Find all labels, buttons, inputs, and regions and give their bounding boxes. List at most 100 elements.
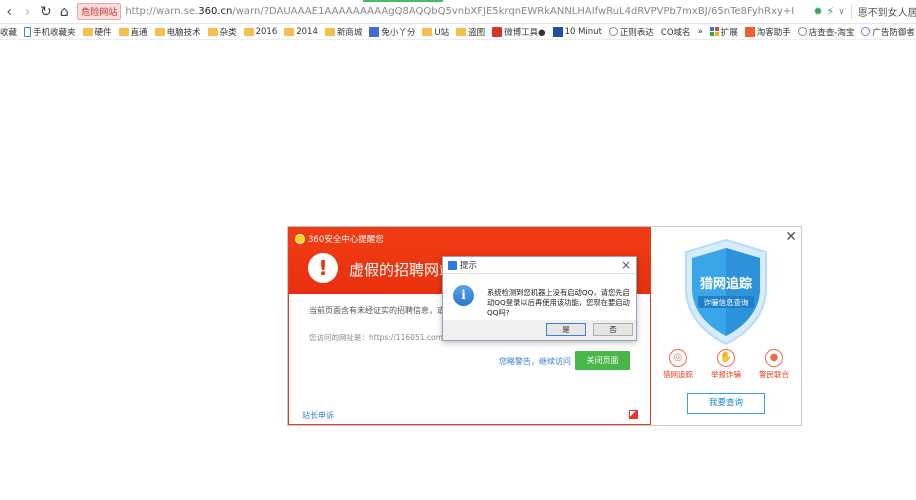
folder-icon [456, 27, 467, 36]
bookmark-label: 店查查-淘宝 [808, 27, 855, 38]
bookmark-item[interactable]: » [698, 27, 703, 37]
bookmark-label: 免小丫分 [381, 27, 416, 38]
address-bar-row: ‹ › ↻ ⌂ 危险网站 http://warn.se.360.cn/warn/… [0, 0, 916, 24]
bookmark-item[interactable]: 淘客助手 [744, 26, 791, 38]
folder-icon [207, 27, 218, 36]
target-icon: ◎ [669, 349, 687, 367]
360-logo-icon [295, 234, 305, 244]
fraud-query-pane: ✕ 猎网追踪 诈骗信息查询 ◎ 猎网追踪 ✋ 举报诈骗 ● 警民联合 我要查询 [652, 227, 801, 425]
feature-report[interactable]: ✋ 举报诈骗 [704, 349, 748, 380]
bookmark-label: 直通 [130, 27, 148, 38]
bookmark-label: CO域名 [660, 27, 691, 38]
red-icon [492, 26, 503, 37]
bookmark-label: 手机收藏夹 [33, 27, 76, 38]
yes-button[interactable]: 是 [546, 323, 586, 336]
bookmark-item[interactable]: 电脑技术 [154, 26, 201, 38]
bookmark-label: 扩展 [720, 27, 738, 38]
folder-icon [243, 27, 254, 36]
bookmark-item[interactable]: 广告防御者 [861, 26, 915, 38]
bookmark-label: 2016 [255, 26, 278, 37]
reload-icon[interactable]: ↻ [37, 1, 55, 23]
site-icon [369, 26, 380, 37]
circle-icon [608, 27, 618, 36]
bookmark-label: 硬件 [94, 27, 112, 38]
search-box[interactable]: 恩不到女人居然 [858, 4, 916, 19]
bookmark-item[interactable]: CO域名 [661, 26, 691, 38]
blue-icon [552, 26, 563, 37]
ignore-warning-link[interactable]: 您略警告，继续访问 [499, 356, 571, 367]
bookmark-label: 电脑技术 [166, 27, 201, 38]
modal-title: 提示 [460, 261, 478, 271]
adblock-icon [861, 27, 871, 36]
webmaster-complaint-link[interactable]: 站长申诉 [302, 410, 334, 421]
app-icon [448, 260, 457, 270]
police-icon: ● [765, 349, 783, 367]
bookmark-label: 新商城 [336, 27, 363, 38]
bookmark-label: 正则表达 [619, 27, 654, 38]
folder-icon [82, 27, 93, 36]
modal-message: 系统检测到您机器上没有启动QQ，请您先启动QQ登录以后再使用该功能，您现在要启动… [487, 288, 630, 317]
forward-icon[interactable]: › [18, 1, 36, 23]
url-field[interactable]: 危险网站 http://warn.se.360.cn/warn/?DAUAAAE… [77, 0, 807, 22]
bookmark-item[interactable]: 2014 [284, 27, 318, 37]
bookmark-item[interactable]: 微博工具● [492, 26, 546, 38]
visited-url: 您访问的网址是：https://116051.com/ [309, 333, 446, 342]
bookmark-label: 收藏 [0, 27, 18, 38]
bookmark-label: 杂类 [219, 27, 237, 38]
feature-label: 举报诈骗 [711, 370, 741, 379]
folder-icon [154, 27, 165, 36]
bookmark-item[interactable]: 店查查-淘宝 [797, 26, 855, 38]
shield-subtitle: 诈骗信息查询 [704, 297, 749, 307]
chevron-down-icon[interactable]: ∨ [838, 7, 845, 17]
phone-icon [24, 26, 32, 37]
shield-icon: 猎网追踪 诈骗信息查询 [685, 238, 767, 346]
folder-icon [118, 27, 129, 36]
close-icon[interactable]: ✕ [785, 229, 797, 245]
loading-progress-bar [363, 0, 444, 2]
info-icon: i [453, 285, 474, 306]
bookmark-item[interactable]: 2016 [243, 26, 278, 37]
circle-icon [797, 27, 807, 36]
settings-gear-icon[interactable]: ✹ [813, 5, 822, 18]
folder-icon [422, 27, 433, 36]
bookmark-item[interactable]: 收藏 [0, 26, 17, 38]
query-button[interactable]: 我要查询 [687, 393, 765, 414]
brand-label: 360安全中心提醒您 [308, 235, 384, 245]
folder-icon [324, 27, 335, 36]
bookmark-item[interactable]: 免小丫分 [369, 26, 415, 38]
bookmark-item[interactable]: 正则表达 [608, 26, 654, 38]
close-page-button[interactable]: 关闭页面 [575, 351, 630, 370]
bookmark-item[interactable]: 盗图 [456, 26, 485, 38]
bookmark-label: U站 [434, 27, 450, 38]
orange-icon [744, 26, 755, 37]
no-button[interactable]: 否 [593, 323, 633, 336]
feature-trace[interactable]: ◎ 猎网追踪 [656, 349, 700, 380]
grid-icon [709, 27, 719, 36]
bookmark-label: 微博工具● [504, 27, 546, 38]
feature-police[interactable]: ● 警民联合 [752, 349, 796, 380]
bookmark-item[interactable]: 硬件 [82, 26, 112, 38]
home-icon[interactable]: ⌂ [55, 1, 73, 23]
bookmark-label: 2014 [296, 26, 318, 37]
bookmark-item[interactable]: 直通 [118, 26, 148, 38]
brand-360: 360安全中心提醒您 [295, 233, 384, 245]
bookmark-item[interactable]: 手机收藏夹 [24, 26, 76, 38]
modal-close-icon[interactable]: × [621, 258, 631, 272]
bookmarks-bar: 收藏 手机收藏夹 硬件 直通 电脑技术 杂类 2016 2014 新商城 免小丫分 U站 盗图 微博工具… [0, 24, 916, 40]
qq-prompt-modal: 提示 × i 系统检测到您机器上没有启动QQ，请您先启动QQ登录以后再使用该功能… [442, 256, 637, 341]
bookmark-item[interactable]: 杂类 [207, 26, 237, 38]
warning-title: 虚假的招聘网站 [349, 261, 449, 279]
bookmark-item[interactable]: 扩展 [709, 26, 738, 38]
back-icon[interactable]: ‹ [0, 1, 18, 23]
feature-label: 警民联合 [759, 370, 789, 379]
report-icon[interactable] [629, 410, 638, 419]
lightning-icon[interactable]: ⚡ [827, 5, 835, 18]
shield-title: 猎网追踪 [700, 276, 752, 292]
url-text[interactable]: http://warn.se.360.cn/warn/?DAUAAAE1AAAA… [125, 6, 795, 17]
bookmark-item[interactable]: 10 Minut [552, 26, 602, 37]
danger-site-badge: 危险网站 [77, 3, 122, 20]
bookmark-item[interactable]: 新商城 [324, 26, 363, 38]
bookmark-item[interactable]: U站 [422, 26, 449, 38]
warning-description: 当前页面含有未经证实的招聘信息，或诱导 [309, 306, 449, 315]
modal-button-bar: 是 否 [443, 320, 636, 340]
